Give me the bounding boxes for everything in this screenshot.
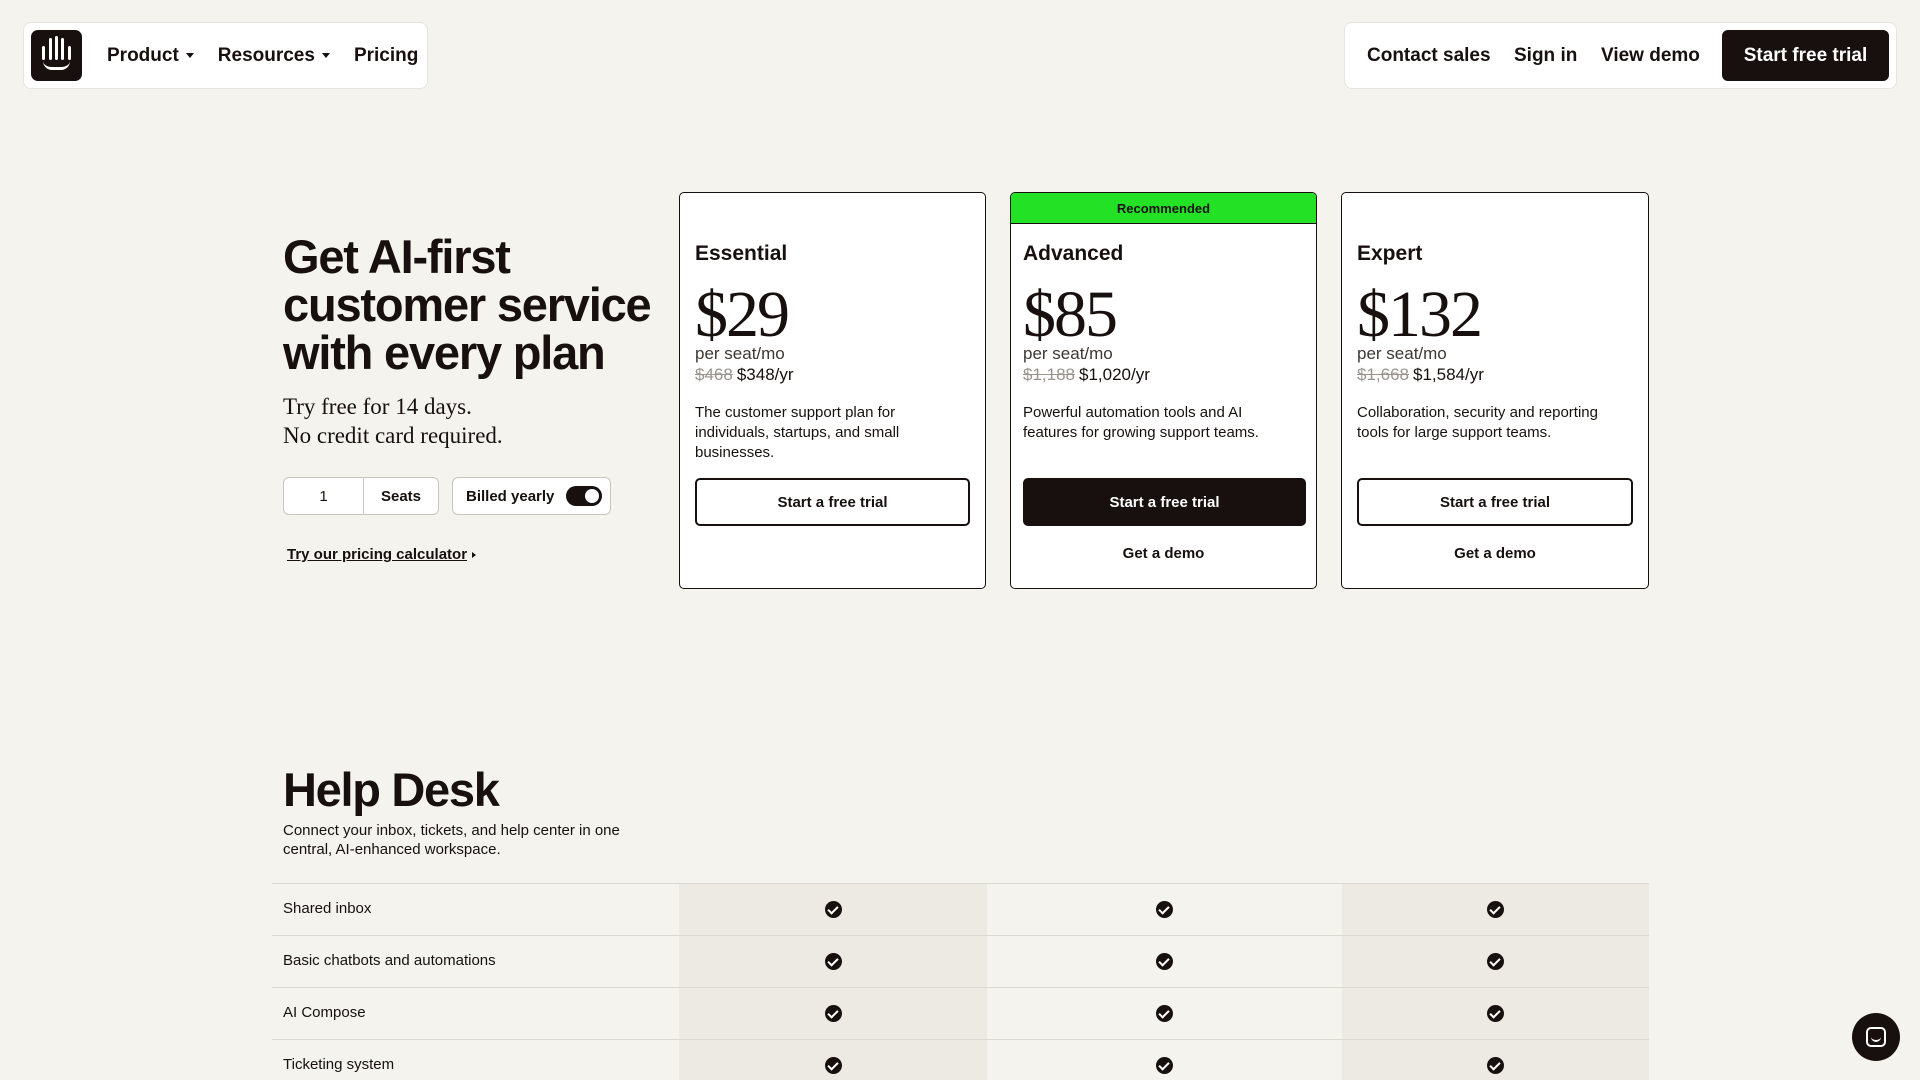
feature-cell-expert [1342, 988, 1649, 1039]
seats-input[interactable]: 1 [284, 478, 364, 514]
recommended-badge: Recommended [1011, 193, 1316, 224]
plan-per-seat: per seat/mo [1357, 344, 1447, 363]
feature-cell-essential [679, 988, 987, 1039]
feature-cell-advanced [1011, 936, 1318, 987]
contact-sales-link[interactable]: Contact sales [1367, 45, 1491, 67]
billing-label: Billed yearly [466, 487, 555, 505]
feature-cell-expert [1342, 884, 1649, 935]
billing-toggle-container: Billed yearly [452, 477, 611, 515]
plan-old-yearly-price: $1,188 [1023, 365, 1075, 384]
nav-product[interactable]: Product [107, 45, 194, 67]
check-circle-icon [824, 953, 842, 970]
plan-per-seat: per seat/mo [695, 344, 785, 363]
chevron-down-icon [321, 53, 330, 58]
chevron-down-icon [185, 53, 194, 58]
feature-label: Ticketing system [283, 1056, 395, 1073]
plan-name: Expert [1357, 242, 1423, 265]
billing-yearly-toggle[interactable] [566, 486, 603, 506]
plan-description: Collaboration, security and reporting to… [1357, 404, 1598, 441]
feature-cell-essential [679, 1040, 987, 1080]
view-demo-link[interactable]: View demo [1601, 45, 1700, 67]
nav-left-group: Product Resources Pricing [23, 22, 428, 89]
seats-stepper: 1 Seats [283, 477, 439, 515]
check-circle-icon [1156, 1057, 1173, 1074]
start-trial-button-essential[interactable]: Start a free trial [695, 478, 970, 526]
feature-cell-essential [679, 884, 987, 935]
chat-icon [1866, 1027, 1886, 1047]
feature-cell-advanced [1011, 988, 1318, 1039]
feature-cell-expert [1342, 936, 1649, 987]
check-circle-icon [1487, 1057, 1504, 1074]
plan-yearly: $1,668 $1,584/yr [1357, 365, 1484, 385]
start-trial-button-expert[interactable]: Start a free trial [1357, 478, 1633, 526]
sign-in-link[interactable]: Sign in [1514, 45, 1577, 67]
nav-right-group: Contact sales Sign in View demo Start fr… [1344, 22, 1897, 89]
nav-resources-label: Resources [217, 44, 315, 66]
plan-price: $132 [1357, 278, 1483, 351]
check-circle-icon [824, 1057, 842, 1074]
nav-pricing[interactable]: Pricing [354, 45, 418, 67]
hero-subtitle-line1: Try free for 14 days. [283, 394, 472, 419]
plan-name: Advanced [1023, 242, 1124, 265]
feature-cell-advanced [1011, 884, 1318, 935]
check-circle-icon [1156, 953, 1173, 970]
start-trial-button-advanced[interactable]: Start a free trial [1023, 478, 1306, 526]
feature-cell-essential [679, 936, 987, 987]
check-circle-icon [824, 1005, 842, 1022]
check-circle-icon [1156, 1005, 1173, 1022]
feature-label: Basic chatbots and automations [283, 952, 496, 969]
table-row: Shared inbox [272, 883, 1649, 935]
plan-yearly-price: $1,584/yr [1413, 365, 1484, 384]
feature-cell-advanced [1011, 1040, 1318, 1080]
hero-subtitle: Try free for 14 days. No credit card req… [283, 392, 503, 450]
table-row: AI Compose [272, 987, 1649, 1039]
start-free-trial-button[interactable]: Start free trial [1722, 30, 1889, 81]
plan-yearly: $1,188 $1,020/yr [1023, 365, 1150, 385]
plan-old-yearly-price: $1,668 [1357, 365, 1409, 384]
nav-resources[interactable]: Resources [218, 45, 330, 67]
plan-price: $85 [1023, 278, 1118, 351]
plan-per-seat: per seat/mo [1023, 344, 1113, 363]
plan-yearly-price: $1,020/yr [1079, 365, 1150, 384]
seats-label: Seats [380, 487, 422, 505]
table-row: Ticketing system [272, 1039, 1649, 1080]
plan-card-expert: Expert $132 per seat/mo $1,668 $1,584/yr … [1341, 192, 1649, 589]
page-title: Get AI-first customer service with every… [283, 230, 652, 379]
chat-launcher-button[interactable] [1852, 1013, 1900, 1061]
plan-description: Powerful automation tools and AI feature… [1023, 404, 1259, 441]
hero-subtitle-line2: No credit card required. [283, 423, 503, 448]
plan-card-advanced: Recommended Advanced $85 per seat/mo $1,… [1010, 192, 1317, 589]
plan-card-essential: Essential $29 per seat/mo $468 $348/yr Th… [679, 192, 986, 589]
feature-label: Shared inbox [283, 900, 372, 917]
pricing-calculator-link[interactable]: Try our pricing calculator [287, 546, 477, 563]
plan-price: $29 [695, 278, 790, 351]
get-demo-link-advanced[interactable]: Get a demo [1011, 545, 1316, 562]
plan-old-yearly-price: $468 [695, 365, 733, 384]
plan-yearly: $468 $348/yr [695, 365, 794, 385]
pricing-calculator-label: Try our pricing calculator [287, 546, 468, 563]
check-circle-icon [1156, 901, 1173, 918]
section-subtitle: Connect your inbox, tickets, and help ce… [283, 822, 620, 858]
plan-yearly-price: $348/yr [736, 365, 794, 384]
check-circle-icon [1487, 953, 1504, 970]
check-circle-icon [1487, 1005, 1504, 1022]
plan-description: The customer support plan for individual… [695, 404, 900, 461]
section-title: Help Desk [283, 763, 500, 816]
check-circle-icon [1487, 901, 1504, 918]
table-row: Basic chatbots and automations [272, 935, 1649, 987]
chevron-right-icon [472, 551, 477, 558]
plan-name: Essential [695, 242, 788, 265]
feature-label: AI Compose [283, 1004, 366, 1021]
nav-product-label: Product [107, 44, 179, 66]
logo-icon[interactable] [31, 30, 82, 81]
feature-cell-expert [1342, 1040, 1649, 1080]
get-demo-link-expert[interactable]: Get a demo [1342, 545, 1648, 562]
check-circle-icon [824, 901, 842, 918]
